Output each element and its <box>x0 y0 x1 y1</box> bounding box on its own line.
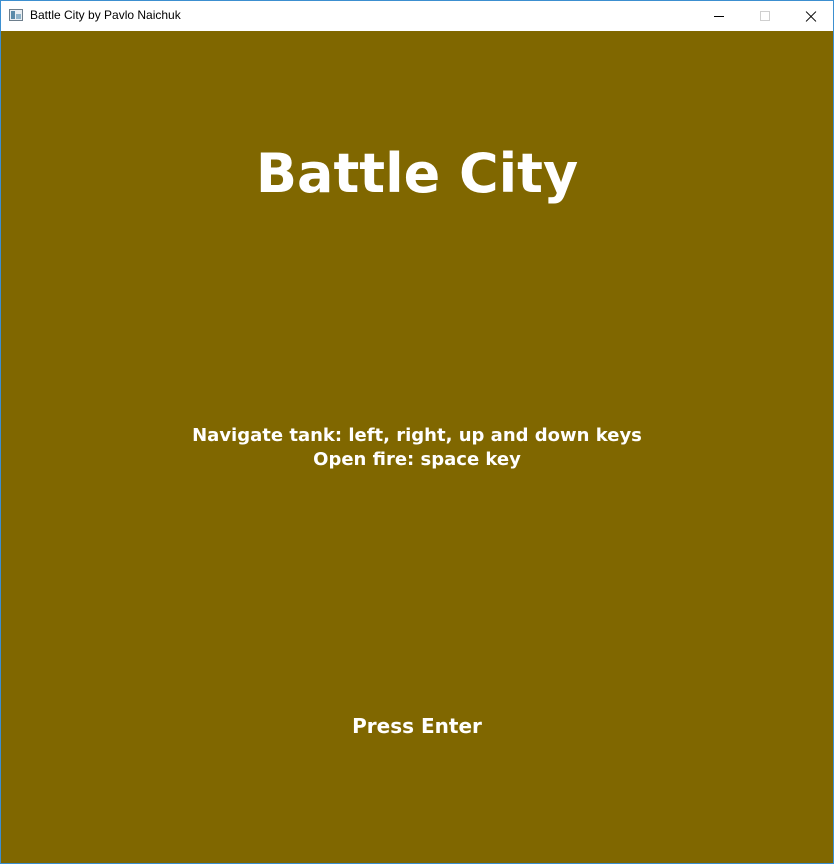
close-icon[interactable] <box>787 1 833 31</box>
minimize-icon[interactable] <box>696 1 742 31</box>
instructions: Navigate tank: left, right, up and down … <box>1 424 833 472</box>
game-title: Battle City <box>255 142 579 205</box>
window-title: Battle City by Pavlo Naichuk <box>30 8 181 22</box>
instruction-fire: Open fire: space key <box>313 449 521 470</box>
game-canvas[interactable]: Battle City Navigate tank: left, right, … <box>1 31 833 863</box>
title-bar[interactable]: Battle City by Pavlo Naichuk <box>1 1 833 31</box>
maximize-icon[interactable] <box>742 1 788 31</box>
press-enter-prompt: Press Enter <box>352 714 482 738</box>
instruction-navigate: Navigate tank: left, right, up and down … <box>192 425 642 446</box>
game-window: Battle City by Pavlo Naichuk Battle City… <box>0 0 834 864</box>
app-window-icon <box>9 9 23 21</box>
